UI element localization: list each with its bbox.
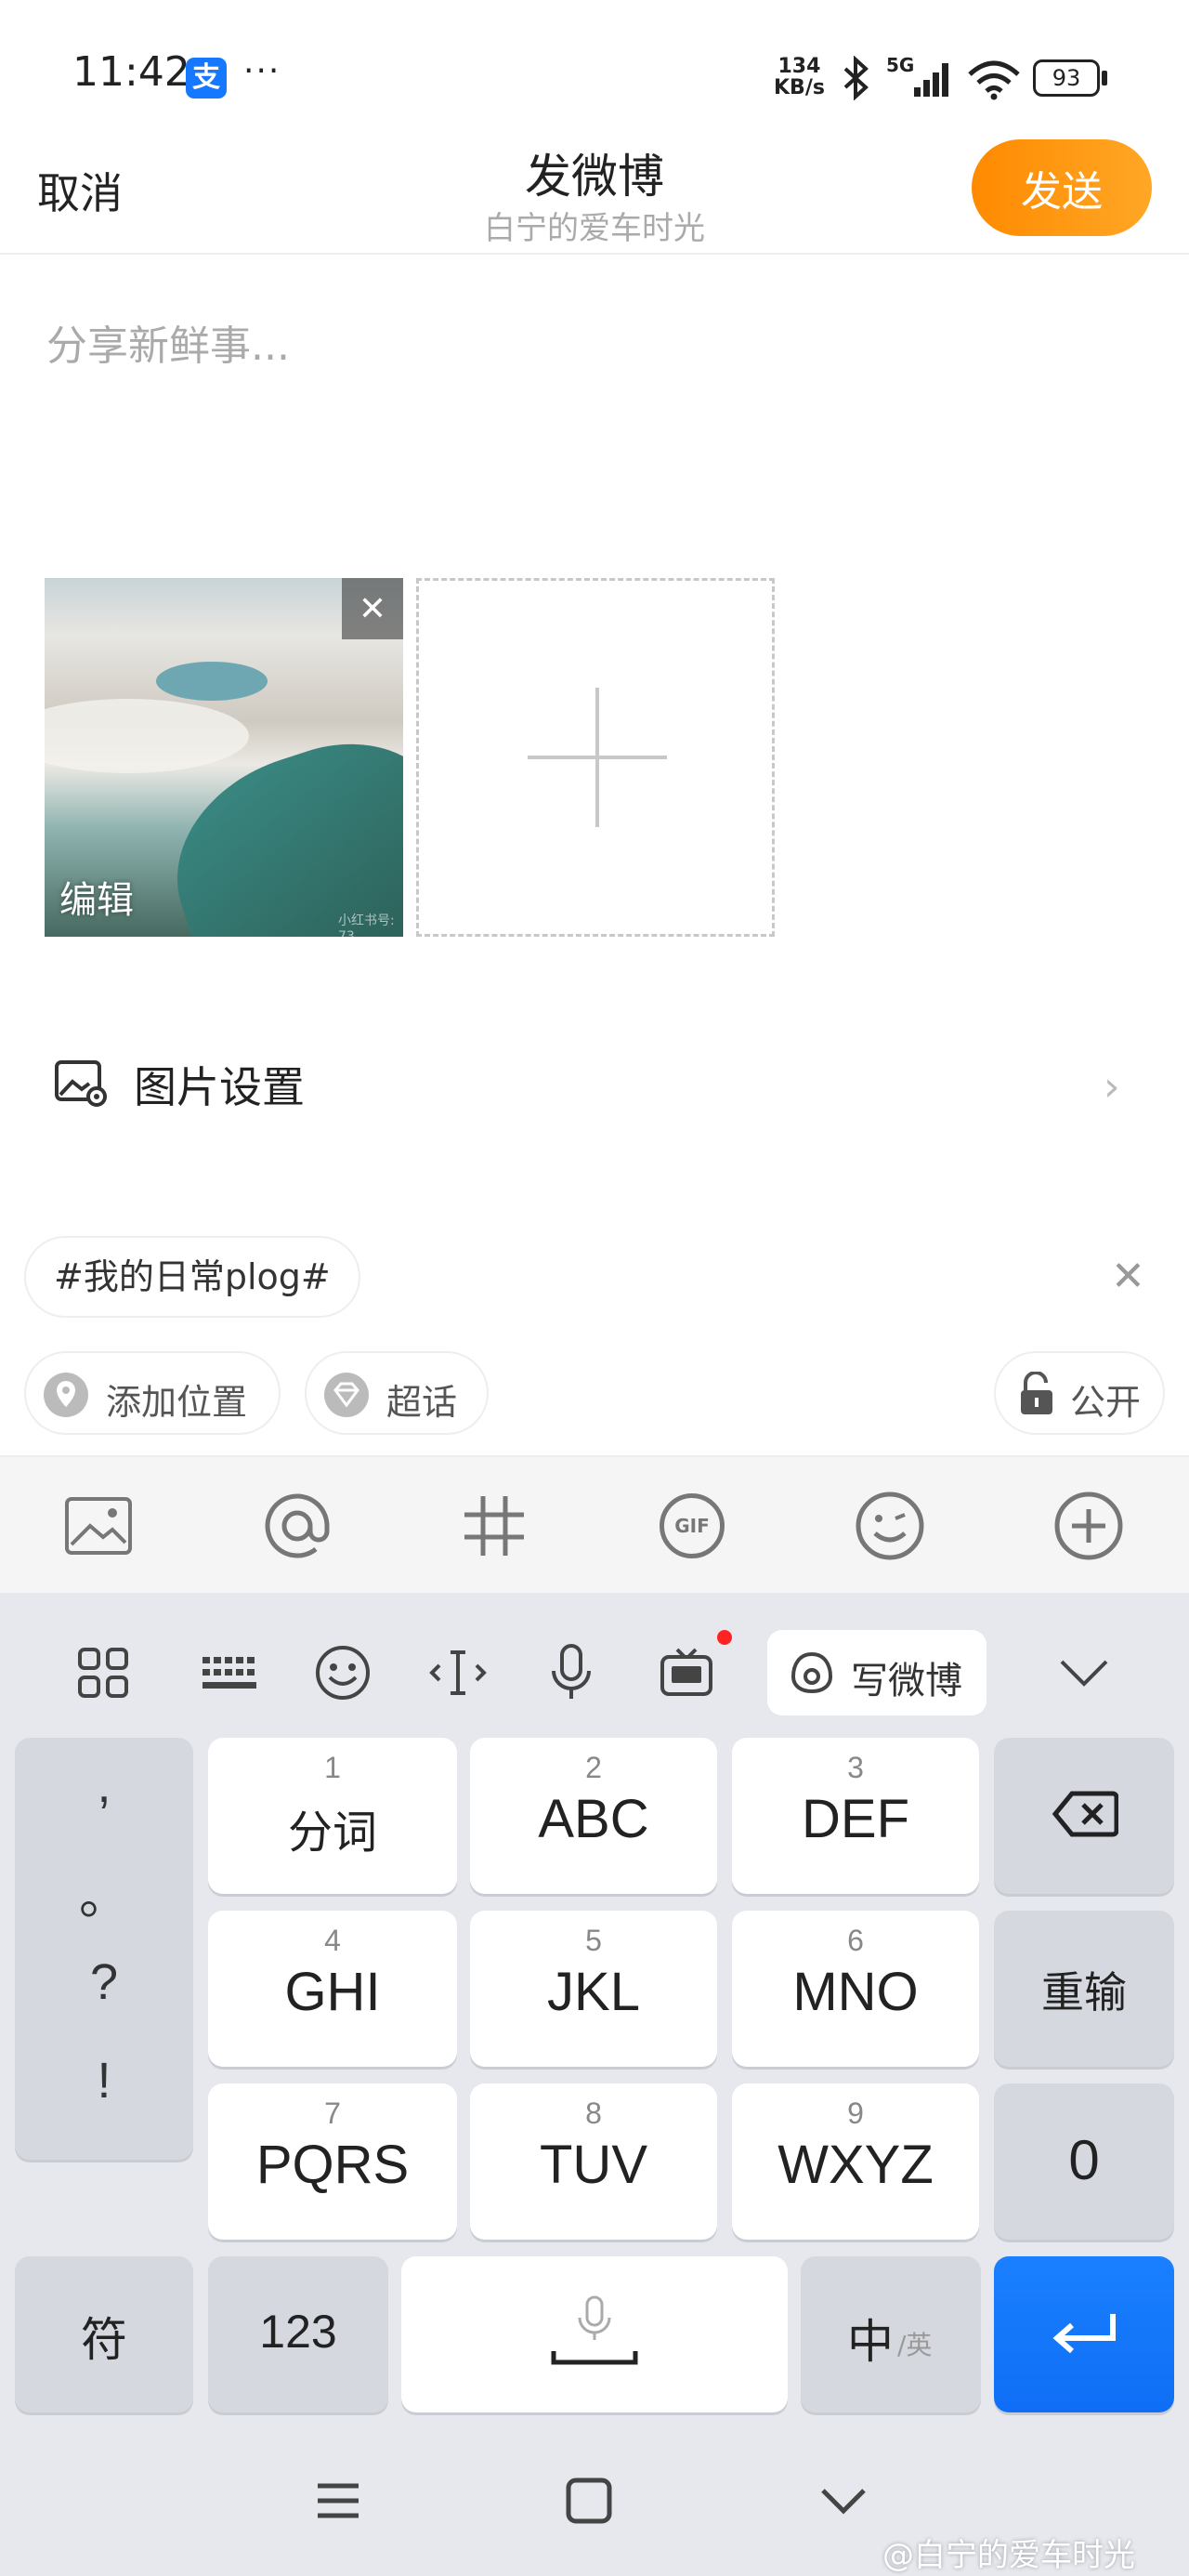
- wink-emoji-icon: [856, 1492, 924, 1560]
- write-weibo-button[interactable]: 写微博: [767, 1630, 986, 1715]
- bluetooth-icon: [843, 56, 869, 100]
- wifi-icon: [968, 60, 1020, 100]
- symbols-key[interactable]: 符: [15, 2256, 193, 2412]
- key-9[interactable]: 9 WXYZ: [732, 2083, 979, 2240]
- key-4[interactable]: 4 GHI: [208, 1911, 457, 2067]
- chevron-down-icon: [821, 2489, 866, 2515]
- visibility-chip[interactable]: 公开: [994, 1351, 1165, 1435]
- add-location-chip[interactable]: 添加位置: [24, 1351, 281, 1435]
- remove-image-button[interactable]: ✕: [342, 578, 403, 639]
- home-square-icon: [566, 2477, 612, 2524]
- backspace-icon: [1052, 1791, 1118, 1837]
- smiley-icon: [316, 1646, 370, 1700]
- key-6[interactable]: 6 MNO: [732, 1911, 979, 2067]
- chevron-right-icon: ›: [1104, 1063, 1120, 1111]
- space-key[interactable]: [401, 2256, 788, 2412]
- network-type: 5G: [886, 54, 915, 76]
- grid-icon: [78, 1648, 128, 1698]
- write-weibo-label: 写微博: [851, 1660, 962, 1702]
- key-8[interactable]: 8 TUV: [470, 2083, 717, 2240]
- space-voice-icon: [551, 2295, 638, 2365]
- mention-button[interactable]: [223, 1457, 372, 1595]
- super-topic-icon: [324, 1373, 369, 1417]
- keyboard-menu-button[interactable]: [63, 1636, 143, 1710]
- compose-toolbar: GIF: [0, 1455, 1189, 1593]
- at-icon: [265, 1493, 330, 1558]
- tv-icon: [660, 1648, 712, 1696]
- punctuation-comma[interactable]: ,: [15, 1756, 193, 1814]
- image-icon: [65, 1497, 132, 1555]
- add-image-button[interactable]: [416, 578, 775, 937]
- more-notifications-icon: ···: [243, 52, 281, 90]
- more-tools-button[interactable]: [1014, 1457, 1163, 1595]
- status-bar: 11:42 支 ··· 134 KB/s 5G 93: [0, 0, 1189, 139]
- key-0[interactable]: 0: [994, 2083, 1174, 2240]
- compose-header: 取消 发微博 白宁的爱车时光 发送: [0, 139, 1189, 255]
- menu-nav-button[interactable]: [282, 2425, 394, 2576]
- chevron-down-icon: [1060, 1660, 1108, 1687]
- network-speed: 134 KB/s: [774, 55, 825, 99]
- punctuation-question[interactable]: ?: [15, 1953, 193, 2011]
- topic-tag[interactable]: #我的日常plog#: [24, 1236, 360, 1318]
- add-location-label: 添加位置: [106, 1382, 248, 1423]
- notification-dot: [717, 1630, 732, 1645]
- key-2[interactable]: 2 ABC: [470, 1738, 717, 1894]
- keyboard-emoji-button[interactable]: [303, 1636, 383, 1710]
- gif-button[interactable]: GIF: [618, 1457, 766, 1595]
- hashtag-icon: [464, 1496, 524, 1556]
- text-cursor-icon: [429, 1650, 487, 1695]
- hashtag-button[interactable]: [420, 1457, 568, 1595]
- plus-icon: [595, 688, 599, 827]
- compose-input[interactable]: [46, 299, 1143, 392]
- weibo-logo-icon: [790, 1651, 833, 1694]
- image-watermark: 小红书号: 73: [338, 913, 395, 937]
- cursor-move-button[interactable]: [418, 1636, 498, 1710]
- keyboard-layout-button[interactable]: [189, 1636, 269, 1710]
- emoji-button[interactable]: [816, 1457, 964, 1595]
- enter-icon: [1052, 2314, 1116, 2354]
- super-topic-chip[interactable]: 超话: [305, 1351, 489, 1435]
- visibility-label: 公开: [1070, 1382, 1142, 1423]
- numbers-key[interactable]: 123: [208, 2256, 388, 2412]
- remove-topic-button[interactable]: ✕: [1111, 1253, 1145, 1300]
- hide-keyboard-button[interactable]: [1044, 1636, 1124, 1710]
- super-topic-label: 超话: [386, 1382, 458, 1423]
- microphone-icon: [552, 1644, 591, 1699]
- weibo-watermark: @白宁的爱车时光: [882, 2537, 1135, 2574]
- image-settings-label: 图片设置: [134, 1062, 305, 1112]
- plus-circle-icon: [1054, 1492, 1123, 1560]
- image-settings-icon: [55, 1060, 107, 1107]
- key-5[interactable]: 5 JKL: [470, 1911, 717, 2067]
- keyboard-icon: [203, 1657, 256, 1689]
- attached-image[interactable]: ✕ 编辑 小红书号: 73: [45, 578, 403, 937]
- menu-icon: [318, 2483, 359, 2518]
- punctuation-exclaim[interactable]: !: [15, 2052, 193, 2109]
- signal-icon: [914, 63, 948, 97]
- voice-input-button[interactable]: [531, 1636, 611, 1710]
- xiaomi-tv-button[interactable]: [647, 1636, 726, 1710]
- location-pin-icon: [44, 1373, 88, 1417]
- language-switch-key[interactable]: 中 /英: [801, 2256, 981, 2412]
- unlock-icon: [1021, 1372, 1052, 1414]
- image-lagoon: [156, 662, 268, 701]
- battery-indicator: 93: [1033, 59, 1100, 97]
- gif-icon: GIF: [660, 1493, 725, 1558]
- send-button[interactable]: 发送: [972, 139, 1152, 236]
- punctuation-key[interactable]: , 。 ? !: [15, 1738, 193, 2160]
- alipay-icon: 支: [186, 58, 227, 99]
- image-picker-button[interactable]: [24, 1457, 173, 1595]
- battery-tip: [1102, 71, 1107, 85]
- key-3[interactable]: 3 DEF: [732, 1738, 979, 1894]
- punctuation-period[interactable]: 。: [15, 1855, 193, 1928]
- retype-key[interactable]: 重输: [994, 1911, 1174, 2067]
- backspace-key[interactable]: [994, 1738, 1174, 1894]
- image-dune: [45, 699, 249, 773]
- enter-key[interactable]: [994, 2256, 1174, 2412]
- edit-image-button[interactable]: 编辑: [59, 870, 134, 924]
- clock: 11:42: [72, 48, 190, 96]
- image-settings-row[interactable]: 图片设置 ›: [0, 1032, 1189, 1134]
- home-nav-button[interactable]: [533, 2425, 645, 2576]
- key-7[interactable]: 7 PQRS: [208, 2083, 457, 2240]
- key-1[interactable]: 1 分词: [208, 1738, 457, 1894]
